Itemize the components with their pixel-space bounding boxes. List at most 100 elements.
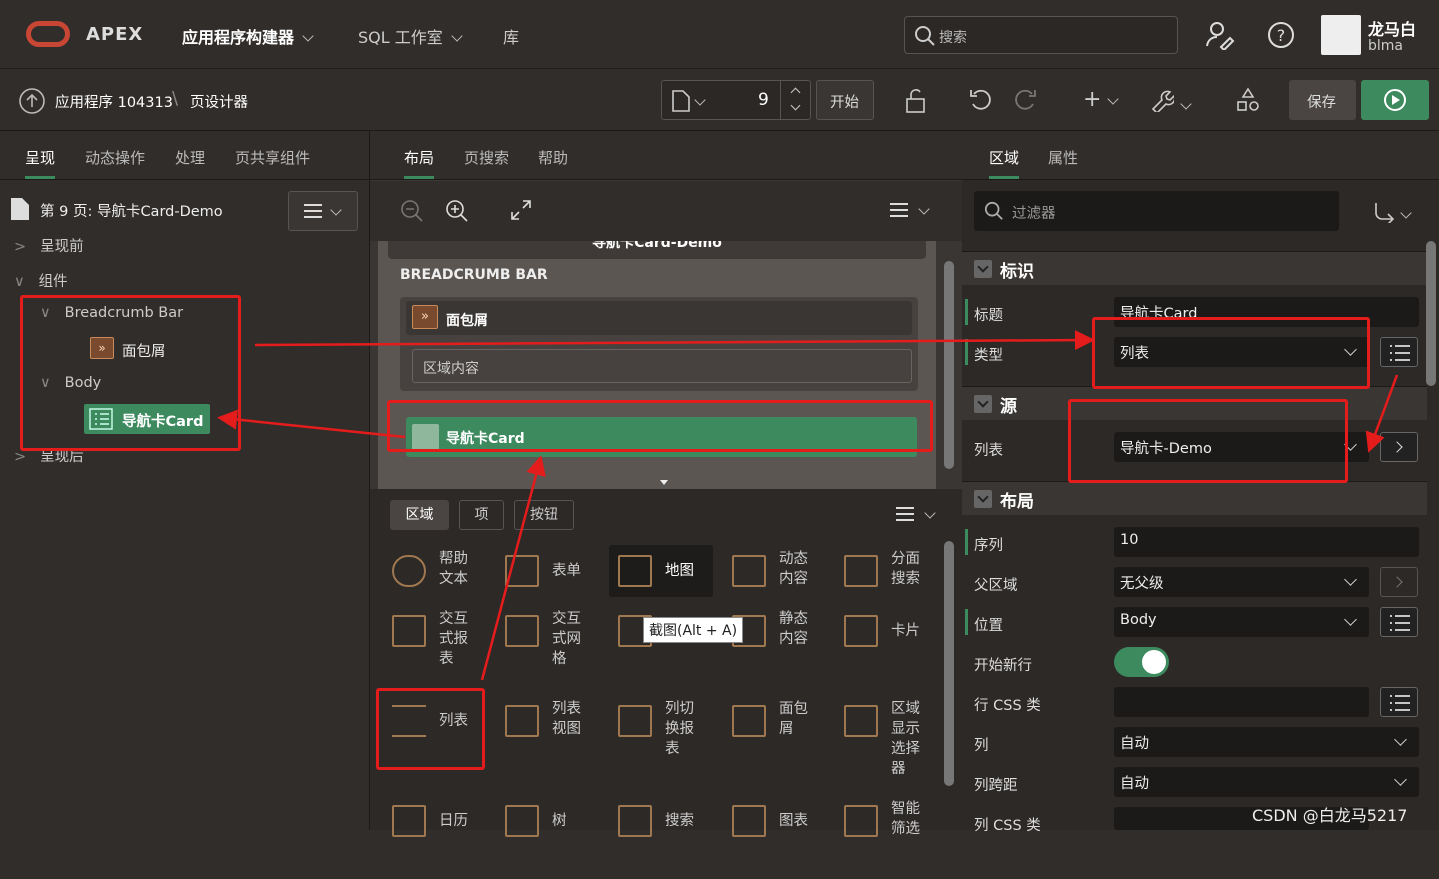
page-number-input[interactable]: 9 bbox=[758, 90, 769, 110]
wrench-icon[interactable] bbox=[1150, 88, 1174, 112]
start-button[interactable]: 开始 bbox=[816, 80, 874, 120]
gallery-item[interactable]: 树 bbox=[503, 799, 607, 879]
up-arrow-icon[interactable] bbox=[18, 87, 46, 115]
breadcrumb-icon: » bbox=[412, 305, 438, 329]
save-button[interactable]: 保存 bbox=[1289, 80, 1356, 120]
user-name[interactable]: 龙马白 bbox=[1368, 16, 1416, 40]
expand-icon[interactable] bbox=[510, 199, 532, 221]
canvas-breadcrumb-region[interactable]: » 面包屑 区域内容 bbox=[400, 297, 918, 391]
breadcrumb-app[interactable]: 应用程序 104313 bbox=[55, 91, 173, 112]
page-title[interactable]: 第 9 页: 导航卡Card-Demo bbox=[40, 200, 223, 221]
section-identification[interactable]: 标识 bbox=[962, 251, 1427, 285]
gallery-item-label: 卡片 bbox=[891, 623, 920, 639]
canvas-scrollbar[interactable] bbox=[944, 261, 954, 469]
gallery-menu-button[interactable] bbox=[896, 507, 936, 525]
page-selector[interactable]: 9 bbox=[661, 80, 811, 120]
avatar[interactable] bbox=[1321, 15, 1361, 55]
chevron-down-icon bbox=[1107, 93, 1120, 105]
brand-name[interactable]: APEX bbox=[86, 24, 143, 45]
filter-input[interactable]: 过滤器 bbox=[974, 191, 1339, 231]
page-icon bbox=[11, 198, 29, 220]
top-bar: APEX 应用程序构建器 SQL 工作室 库 搜索 ? 龙马白 blma bbox=[0, 0, 1439, 69]
gallery-tab-regions[interactable]: 区域 bbox=[390, 500, 449, 530]
tab-indicator bbox=[989, 176, 1019, 179]
gallery-item[interactable]: 区域 显示 选择 器 bbox=[842, 699, 946, 779]
run-page-button[interactable] bbox=[1361, 80, 1429, 120]
help-icon[interactable]: ? bbox=[1267, 21, 1295, 49]
shared-components-icon[interactable] bbox=[1236, 87, 1260, 113]
gallery-item[interactable]: 列切 换报 表 bbox=[616, 699, 720, 779]
tree-menu-button[interactable] bbox=[288, 191, 358, 231]
list-goto-button[interactable] bbox=[1380, 432, 1418, 462]
layout-menu-button[interactable] bbox=[890, 203, 930, 221]
page-stepper[interactable] bbox=[780, 81, 811, 119]
section-layout[interactable]: 布局 bbox=[962, 481, 1427, 515]
nav-gallery[interactable]: 库 bbox=[503, 24, 519, 48]
gallery-item[interactable]: 卡片 bbox=[842, 609, 946, 689]
chevron-down-icon[interactable] bbox=[1400, 207, 1412, 219]
splitter-handle[interactable] bbox=[660, 480, 668, 485]
region-content-placeholder[interactable]: 区域内容 bbox=[412, 349, 912, 383]
parent-goto-button[interactable] bbox=[1380, 567, 1418, 597]
row-css-input[interactable] bbox=[1114, 687, 1369, 717]
type-list-button[interactable] bbox=[1380, 337, 1418, 367]
row-css-list-button[interactable] bbox=[1380, 687, 1418, 717]
redo-icon[interactable] bbox=[1012, 88, 1038, 112]
breadcrumb-page: 页设计器 bbox=[190, 95, 248, 111]
go-to-group-icon[interactable] bbox=[1373, 201, 1397, 223]
gallery-item[interactable]: 列表 视图 bbox=[503, 699, 607, 779]
undo-icon[interactable] bbox=[968, 88, 994, 112]
help-icon bbox=[392, 555, 426, 587]
gallery-tab-items[interactable]: 项 bbox=[459, 500, 504, 530]
nav-sql-workshop[interactable]: SQL 工作室 bbox=[358, 24, 463, 48]
position-list-button[interactable] bbox=[1380, 607, 1418, 637]
list-view-icon bbox=[505, 705, 539, 737]
position-select[interactable]: Body bbox=[1114, 607, 1369, 637]
stepper-up-icon[interactable] bbox=[790, 87, 801, 98]
gallery-item[interactable]: 智能 筛选 bbox=[842, 799, 946, 879]
tab-region[interactable]: 区域 bbox=[989, 147, 1019, 168]
collapse-icon[interactable] bbox=[974, 490, 992, 508]
chevron-down-icon[interactable] bbox=[1180, 98, 1192, 110]
faceted-search-icon bbox=[844, 555, 878, 587]
oracle-logo-icon[interactable] bbox=[26, 21, 70, 47]
hamburger-icon bbox=[896, 507, 914, 521]
tab-layout[interactable]: 布局 bbox=[404, 147, 434, 168]
gallery-item[interactable]: 日历 bbox=[390, 799, 494, 879]
gallery-tab-buttons[interactable]: 按钮 bbox=[514, 500, 574, 530]
gallery-item[interactable]: 列表 bbox=[390, 699, 494, 779]
administration-icon[interactable] bbox=[1205, 20, 1235, 50]
column-span-select[interactable]: 自动 bbox=[1114, 767, 1419, 797]
stepper-down-icon[interactable] bbox=[790, 100, 801, 111]
annotation-box-card bbox=[387, 400, 933, 452]
collapse-icon[interactable] bbox=[974, 395, 992, 413]
tab-help[interactable]: 帮助 bbox=[538, 147, 568, 168]
sequence-input[interactable]: 10 bbox=[1114, 527, 1419, 557]
column-select[interactable]: 自动 bbox=[1114, 727, 1419, 757]
zoom-in-icon[interactable] bbox=[445, 199, 469, 223]
collapse-icon[interactable] bbox=[974, 260, 992, 278]
tab-dynamic-actions[interactable]: 动态操作 bbox=[85, 147, 145, 168]
tree-node-before-rendering[interactable]: > 呈现前 bbox=[14, 235, 84, 256]
breadcrumb-bar-label: BREADCRUMB BAR bbox=[400, 267, 548, 283]
create-menu-button[interactable]: + bbox=[1083, 87, 1120, 112]
tab-rendering[interactable]: 呈现 bbox=[25, 147, 55, 168]
tree-node-components[interactable]: ∨ 组件 bbox=[14, 270, 68, 291]
gallery-item[interactable]: 静态 内容 bbox=[730, 609, 834, 689]
gallery-item[interactable]: 图表 bbox=[730, 799, 834, 879]
tab-attributes[interactable]: 属性 bbox=[1048, 147, 1078, 168]
tab-page-search[interactable]: 页搜索 bbox=[464, 147, 509, 168]
property-scrollbar[interactable] bbox=[1426, 241, 1436, 386]
tab-processing[interactable]: 处理 bbox=[175, 147, 205, 168]
start-new-row-toggle[interactable] bbox=[1114, 647, 1169, 677]
unlock-icon[interactable] bbox=[904, 88, 928, 114]
gallery-item[interactable]: 面包 屑 bbox=[730, 699, 834, 779]
gallery-item[interactable]: 交互 式报 表 bbox=[390, 609, 494, 689]
zoom-out-icon[interactable] bbox=[400, 199, 424, 223]
gallery-item[interactable]: 交互 式网 格 bbox=[503, 609, 607, 689]
global-search-input[interactable]: 搜索 bbox=[904, 16, 1178, 54]
tab-shared-components[interactable]: 页共享组件 bbox=[235, 147, 310, 168]
gallery-item[interactable]: 搜索 bbox=[616, 799, 720, 879]
nav-app-builder[interactable]: 应用程序构建器 bbox=[182, 24, 314, 48]
parent-region-select[interactable]: 无父级 bbox=[1114, 567, 1369, 597]
